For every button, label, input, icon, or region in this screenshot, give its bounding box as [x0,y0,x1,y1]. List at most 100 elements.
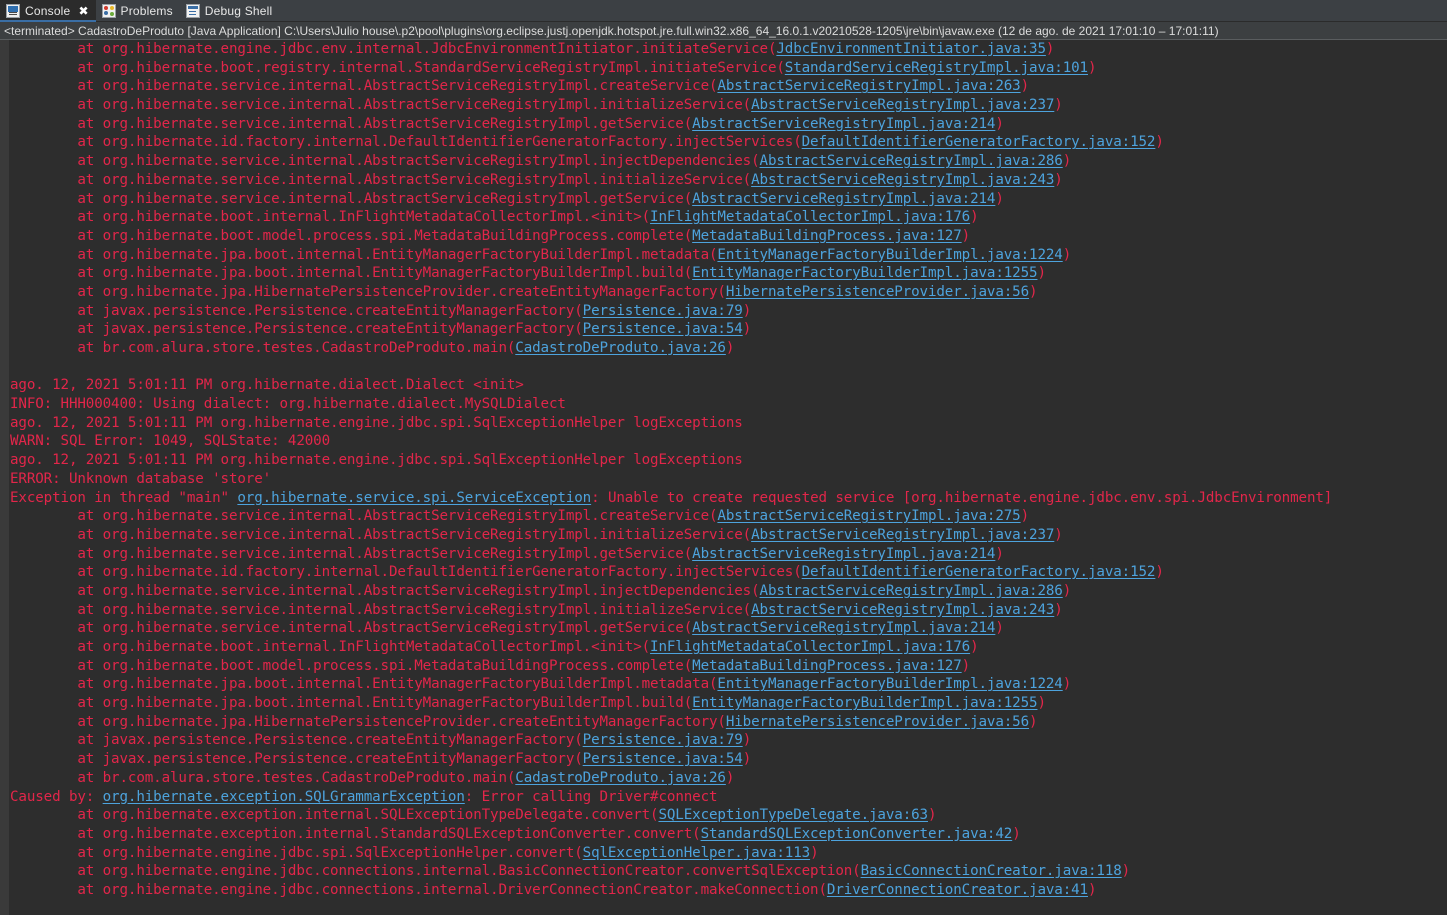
console-text: at org.hibernate.service.internal.Abstra… [10,97,752,114]
stack-trace-link[interactable]: InFlightMetadataCollectorImpl.java:176 [650,209,970,225]
tab-console-label: Console [25,4,71,18]
console-line: at org.hibernate.engine.jdbc.connections… [10,862,1447,881]
console-text: at org.hibernate.id.factory.internal.Def… [10,564,802,581]
close-icon[interactable]: ✖ [78,5,88,17]
problems-icon [101,4,116,18]
stack-trace-link[interactable]: MetadataBuildingProcess.java:127 [692,658,962,674]
console-text: ago. 12, 2021 5:01:11 PM org.hibernate.e… [10,452,743,469]
console-text: at org.hibernate.boot.internal.InFlightM… [10,639,651,655]
console-text: ) [995,545,1004,562]
stack-trace-link[interactable]: org.hibernate.service.spi.ServiceExcepti… [237,490,591,506]
console-line: at org.hibernate.service.internal.Abstra… [10,115,1447,134]
console-line: at org.hibernate.service.internal.Abstra… [10,96,1447,115]
stack-trace-link[interactable]: SqlExceptionHelper.java:113 [583,845,811,861]
console-text: at org.hibernate.jpa.boot.internal.Entit… [10,265,693,282]
stack-trace-link[interactable]: AbstractServiceRegistryImpl.java:214 [692,620,995,636]
console-line: at org.hibernate.service.internal.Abstra… [10,171,1447,190]
console-text: ) [1087,881,1097,898]
console-text: ) [1062,676,1072,693]
console-line: Caused by: org.hibernate.exception.SQLGr… [10,788,1447,807]
console-line: at javax.persistence.Persistence.createE… [10,302,1447,321]
stack-trace-link[interactable]: EntityManagerFactoryBuilderImpl.java:122… [717,676,1062,692]
console-text: at org.hibernate.engine.jdbc.connections… [10,881,827,898]
console-line: at org.hibernate.jpa.boot.internal.Entit… [10,264,1447,283]
console-line: at org.hibernate.engine.jdbc.connections… [10,881,1447,900]
stack-trace-link[interactable]: HibernatePersistenceProvider.java:56 [726,714,1029,730]
stack-trace-link[interactable]: AbstractServiceRegistryImpl.java:263 [717,78,1020,94]
stack-trace-link[interactable]: AbstractServiceRegistryImpl.java:214 [692,116,995,132]
stack-trace-link[interactable]: AbstractServiceRegistryImpl.java:214 [692,191,995,207]
console-text: ) [1054,97,1063,114]
console-line: at org.hibernate.id.factory.internal.Def… [10,133,1447,152]
stack-trace-link[interactable]: BasicConnectionCreator.java:118 [861,863,1122,879]
console-text: at org.hibernate.jpa.HibernatePersistenc… [10,283,726,300]
stack-trace-link[interactable]: AbstractServiceRegistryImpl.java:237 [751,527,1054,543]
console-text: : Unable to create requested service [or… [591,489,1333,506]
stack-trace-link[interactable]: SQLExceptionTypeDelegate.java:63 [658,807,928,823]
console-text: at org.hibernate.service.internal.Abstra… [10,601,752,618]
stack-trace-link[interactable]: JdbcEnvironmentInitiator.java:35 [776,41,1046,57]
stack-trace-link[interactable]: Persistence.java:54 [583,751,743,767]
stack-trace-link[interactable]: EntityManagerFactoryBuilderImpl.java:122… [717,247,1062,263]
tab-problems[interactable]: Problems [96,0,180,22]
view-tab-bar: Console ✖ Problems Debug Shell [0,0,1447,22]
console-text: at org.hibernate.service.internal.Abstra… [10,78,718,95]
console-text: at org.hibernate.boot.registry.internal.… [10,59,785,76]
console-text: Caused by: [10,788,103,805]
stack-trace-link[interactable]: DefaultIdentifierGeneratorFactory.java:1… [802,564,1156,580]
console-text: ) [1062,582,1072,599]
console-text: : Error calling Driver#connect [464,788,718,805]
stack-trace-link[interactable]: AbstractServiceRegistryImpl.java:286 [760,153,1063,169]
console-text: ) [961,227,971,244]
stack-trace-link[interactable]: AbstractServiceRegistryImpl.java:275 [717,508,1020,524]
stack-trace-link[interactable]: MetadataBuildingProcess.java:127 [692,228,962,244]
tab-debug-shell[interactable]: Debug Shell [180,0,280,22]
stack-trace-link[interactable]: CadastroDeProduto.java:26 [515,340,726,356]
stack-trace-link[interactable]: Persistence.java:79 [583,303,743,319]
stack-trace-link[interactable]: StandardServiceRegistryImpl.java:101 [785,60,1088,76]
console-text: ) [1054,526,1063,543]
console-text: ) [1029,713,1038,730]
console-line: ago. 12, 2021 5:01:11 PM org.hibernate.e… [10,414,1447,433]
console-line: at org.hibernate.service.internal.Abstra… [10,77,1447,96]
console-text: at javax.persistence.Persistence.createE… [10,321,583,338]
stack-trace-link[interactable]: AbstractServiceRegistryImpl.java:243 [751,602,1054,618]
console-line: at org.hibernate.service.internal.Abstra… [10,601,1447,620]
console-text: ) [1087,59,1097,76]
stack-trace-link[interactable]: AbstractServiceRegistryImpl.java:286 [760,583,1063,599]
stack-trace-link[interactable]: Persistence.java:79 [583,732,743,748]
console-text: ) [725,769,735,786]
console-line: at org.hibernate.service.internal.Abstra… [10,582,1447,601]
stack-trace-link[interactable]: CadastroDeProduto.java:26 [515,770,726,786]
stack-trace-link[interactable]: org.hibernate.exception.SQLGrammarExcept… [103,789,465,805]
console-line-list: at org.hibernate.engine.jdbc.env.interna… [10,40,1447,915]
console-text: ) [1054,171,1063,188]
console-text: ) [1054,601,1063,618]
stack-trace-link[interactable]: AbstractServiceRegistryImpl.java:243 [751,172,1054,188]
stack-trace-link[interactable]: AbstractServiceRegistryImpl.java:214 [692,546,995,562]
console-text: at org.hibernate.service.internal.Abstra… [10,153,760,170]
console-text: ) [1121,863,1131,880]
stack-trace-link[interactable]: InFlightMetadataCollectorImpl.java:176 [650,639,970,655]
stack-trace-link[interactable]: StandardSQLExceptionConverter.java:42 [701,826,1013,842]
console-text: ) [1062,153,1072,170]
console-text: at br.com.alura.store.testes.CadastroDeP… [10,769,516,786]
console-line: Exception in thread "main" org.hibernate… [10,489,1447,508]
tab-console[interactable]: Console ✖ [0,0,96,22]
console-text: ) [1020,508,1030,525]
stack-trace-link[interactable]: Persistence.java:54 [583,321,743,337]
stack-trace-link[interactable]: AbstractServiceRegistryImpl.java:237 [751,97,1054,113]
stack-trace-link[interactable]: HibernatePersistenceProvider.java:56 [726,284,1029,300]
console-text: ) [725,340,735,356]
console-text: ) [1062,246,1072,263]
stack-trace-link[interactable]: EntityManagerFactoryBuilderImpl.java:125… [692,695,1037,711]
console-output-area[interactable]: at org.hibernate.engine.jdbc.env.interna… [0,40,1447,915]
stack-trace-link[interactable]: DriverConnectionCreator.java:41 [827,882,1088,898]
console-left-gutter [0,40,10,915]
console-text: at org.hibernate.jpa.boot.internal.Entit… [10,246,718,263]
stack-trace-link[interactable]: DefaultIdentifierGeneratorFactory.java:1… [802,134,1156,150]
console-line: at javax.persistence.Persistence.createE… [10,750,1447,769]
stack-trace-link[interactable]: EntityManagerFactoryBuilderImpl.java:125… [692,265,1037,281]
console-text: at org.hibernate.id.factory.internal.Def… [10,134,802,151]
